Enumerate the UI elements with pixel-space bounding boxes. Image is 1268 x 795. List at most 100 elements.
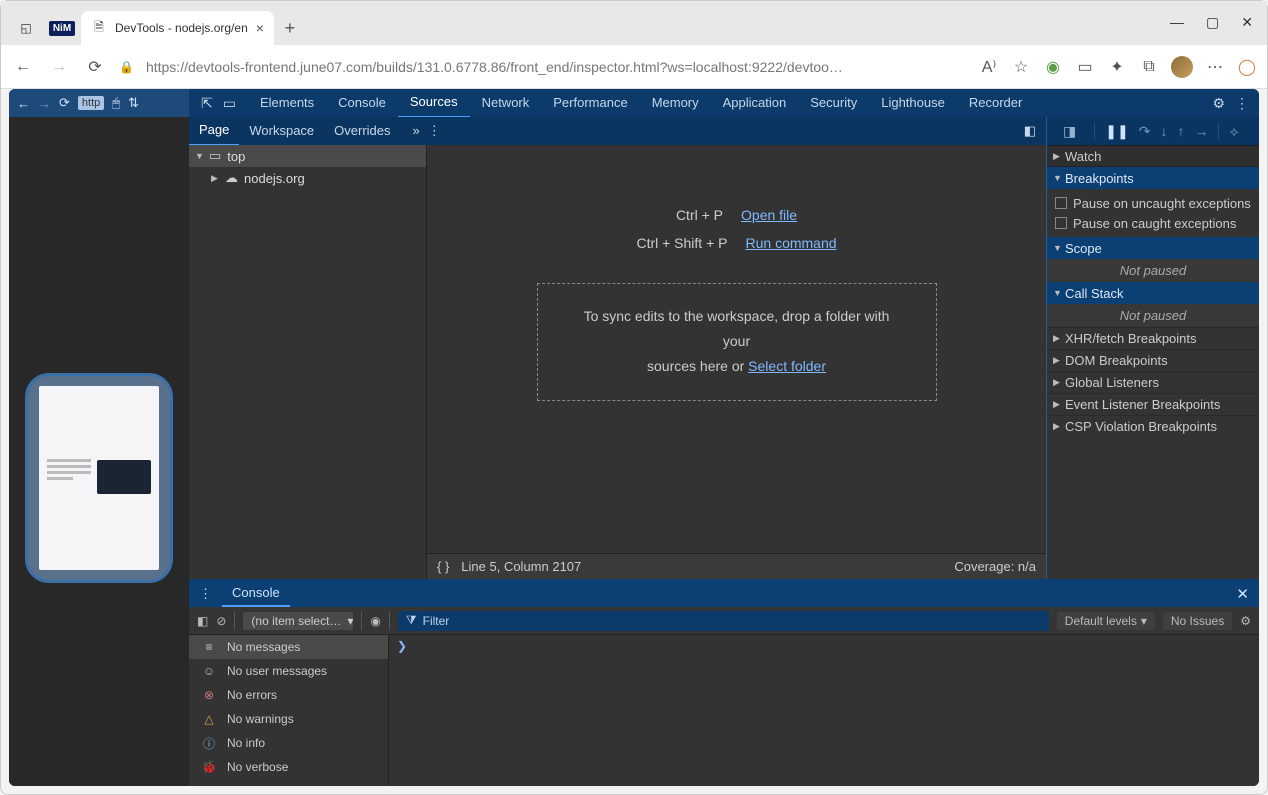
file-tree[interactable]: ▼ ▭ top ▶ ☁ nodejs.org — [189, 145, 427, 579]
protocol-tag: http — [78, 96, 104, 110]
tree-site[interactable]: ▶ ☁ nodejs.org — [189, 167, 426, 189]
select-folder-link[interactable]: Select folder — [748, 358, 826, 374]
new-tab-button[interactable]: + — [276, 18, 304, 45]
section-evt[interactable]: ▶Event Listener Breakpoints — [1047, 393, 1259, 415]
subtab-kebab-icon[interactable]: ⋮ — [428, 123, 441, 139]
msgs-user[interactable]: ☺No user messages — [189, 659, 388, 683]
url-text[interactable]: https://devtools-frontend.june07.com/bui… — [146, 59, 967, 75]
toggle-navigator-icon[interactable]: ◧ — [1024, 123, 1036, 138]
msgs-all[interactable]: ≡No messages — [189, 635, 388, 659]
live-expression-icon[interactable]: ◉ — [370, 614, 380, 628]
section-breakpoints[interactable]: ▼Breakpoints — [1047, 167, 1259, 189]
device-icon[interactable]: ▭ — [223, 95, 236, 112]
pretty-print-icon[interactable]: { } — [437, 559, 449, 574]
mouse-icon[interactable]: 🖱 — [112, 95, 120, 111]
devtools-tab-bar: ⇱ ▭ Elements Console Sources Network Per… — [189, 89, 1259, 117]
drawer-close-icon[interactable]: ✕ — [1226, 585, 1259, 603]
inspect-icon[interactable]: ⇱ — [201, 95, 213, 112]
tab-application[interactable]: Application — [711, 89, 799, 117]
section-xhr[interactable]: ▶XHR/fetch Breakpoints — [1047, 327, 1259, 349]
tab-security[interactable]: Security — [798, 89, 869, 117]
pinned-tab-workspaces[interactable]: ◱ — [9, 11, 43, 45]
sync-icon[interactable]: ⇅ — [128, 95, 139, 111]
tab-title: DevTools - nodejs.org/en — [115, 21, 248, 35]
chevron-down-icon: ▾ — [347, 614, 353, 628]
more-icon[interactable]: ⋯ — [1205, 57, 1225, 77]
tab-sources[interactable]: Sources — [398, 89, 470, 118]
tab-console[interactable]: Console — [326, 89, 398, 117]
subtab-overrides[interactable]: Overrides — [324, 117, 400, 145]
workspace-drop-zone[interactable]: To sync edits to the workspace, drop a f… — [537, 283, 937, 401]
copilot-icon[interactable]: ◯ — [1237, 57, 1257, 77]
user-icon: ☺ — [201, 664, 217, 678]
run-command-link[interactable]: Run command — [746, 235, 837, 251]
ext2-icon[interactable]: ▭ — [1075, 57, 1095, 77]
pinned-tab-nim[interactable]: NiM — [45, 11, 79, 45]
section-watch[interactable]: ▶Watch — [1047, 145, 1259, 167]
browser-tab-devtools[interactable]: 🗎 DevTools - nodejs.org/en × — [81, 11, 274, 45]
settings-icon[interactable]: ⚙ — [1212, 95, 1225, 112]
close-tab-icon[interactable]: × — [256, 20, 264, 36]
chk-caught[interactable]: Pause on caught exceptions — [1055, 213, 1251, 233]
close-window-icon[interactable]: ✕ — [1241, 14, 1253, 31]
msgs-info[interactable]: ⓘNo info — [189, 731, 388, 755]
coverage-status: Coverage: n/a — [954, 559, 1036, 574]
info-icon: ⓘ — [201, 735, 217, 752]
lock-icon[interactable]: 🔒 — [119, 60, 134, 74]
favorite-icon[interactable]: ☆ — [1011, 57, 1031, 77]
deactivate-bp-icon[interactable]: ⟡ — [1229, 123, 1238, 140]
toggle-rightpane-icon[interactable]: ◨ — [1055, 123, 1084, 140]
avatar[interactable] — [1171, 56, 1193, 78]
tab-recorder[interactable]: Recorder — [957, 89, 1034, 117]
reload-icon[interactable]: ⟳ — [83, 57, 107, 77]
msgs-errors[interactable]: ⊗No errors — [189, 683, 388, 707]
inner-back-icon[interactable]: ← — [17, 96, 30, 111]
tab-memory[interactable]: Memory — [640, 89, 711, 117]
ext1-icon[interactable]: ◉ — [1043, 57, 1063, 77]
extensions-icon[interactable]: ✦ — [1107, 57, 1127, 77]
tab-network[interactable]: Network — [470, 89, 542, 117]
drawer-tab-console[interactable]: Console — [222, 581, 290, 607]
section-globals[interactable]: ▶Global Listeners — [1047, 371, 1259, 393]
drawer-tabbar: ⋮ Console ✕ — [189, 581, 1259, 607]
chk-uncaught[interactable]: Pause on uncaught exceptions — [1055, 193, 1251, 213]
pause-icon[interactable]: ❚❚ — [1105, 123, 1128, 140]
console-output[interactable]: ❯ — [389, 635, 1259, 786]
forward-icon: → — [47, 58, 71, 76]
levels-dropdown[interactable]: Default levels▾ — [1057, 612, 1155, 630]
issues-chip[interactable]: No Issues — [1163, 612, 1232, 630]
tab-performance[interactable]: Performance — [541, 89, 639, 117]
section-csp[interactable]: ▶CSP Violation Breakpoints — [1047, 415, 1259, 437]
open-file-link[interactable]: Open file — [741, 207, 797, 223]
msgs-warnings[interactable]: △No warnings — [189, 707, 388, 731]
window-icon: ▭ — [209, 148, 221, 164]
console-settings-icon[interactable]: ⚙ — [1240, 614, 1251, 628]
cloud-icon: ☁ — [225, 170, 238, 186]
kebab-icon[interactable]: ⋮ — [1235, 95, 1249, 112]
clear-console-icon[interactable]: ⊘ — [216, 614, 226, 628]
subtab-workspace[interactable]: Workspace — [239, 117, 324, 145]
chevron-down-icon: ▼ — [195, 151, 203, 161]
tree-top[interactable]: ▼ ▭ top — [189, 145, 426, 167]
tab-elements[interactable]: Elements — [248, 89, 326, 117]
read-aloud-icon[interactable]: A⁾ — [979, 57, 999, 77]
tab-lighthouse[interactable]: Lighthouse — [869, 89, 957, 117]
msgs-verbose[interactable]: 🐞No verbose — [189, 755, 388, 779]
section-callstack[interactable]: ▼Call Stack — [1047, 282, 1259, 304]
minimize-icon[interactable]: — — [1170, 14, 1184, 31]
editor-footer: { } Line 5, Column 2107 Coverage: n/a — [427, 553, 1046, 579]
subtab-page[interactable]: Page — [189, 116, 239, 146]
filter-input[interactable]: ⧩ Filter — [398, 611, 1049, 631]
back-icon[interactable]: ← — [11, 58, 35, 76]
collections-icon[interactable]: ⧉ — [1139, 58, 1159, 76]
section-scope[interactable]: ▼Scope — [1047, 237, 1259, 259]
toggle-sidebar-icon[interactable]: ◧ — [197, 614, 208, 628]
drawer-kebab-icon[interactable]: ⋮ — [189, 586, 222, 602]
editor-area: Ctrl + P Open file Ctrl + Shift + P Run … — [427, 145, 1046, 579]
inner-reload-icon[interactable]: ⟳ — [59, 95, 70, 111]
page-thumbnail[interactable] — [25, 373, 173, 583]
section-dom[interactable]: ▶DOM Breakpoints — [1047, 349, 1259, 371]
maximize-icon[interactable]: ▢ — [1206, 14, 1219, 31]
chevrons-icon[interactable]: » — [413, 123, 420, 139]
context-dropdown[interactable]: (no item select…▾ — [243, 612, 353, 630]
